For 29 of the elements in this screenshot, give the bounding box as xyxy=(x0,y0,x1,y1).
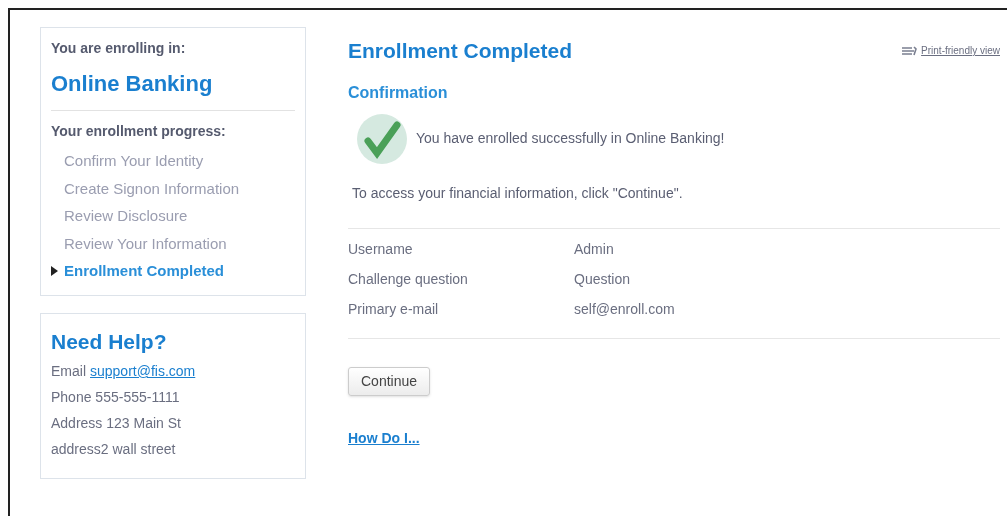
detail-label: Primary e-mail xyxy=(348,299,440,319)
product-name: Online Banking xyxy=(51,70,214,98)
contact-line: Phone 555-555-1111 xyxy=(51,388,181,407)
email-link[interactable]: support@fis.com xyxy=(90,361,196,382)
detail-label: Username xyxy=(348,239,414,259)
detail-label: Challenge question xyxy=(348,269,469,289)
print-friendly-link[interactable]: Print-friendly view xyxy=(921,43,1000,59)
progress-step: Review Disclosure xyxy=(64,205,188,228)
how-do-i-link[interactable]: How Do I... xyxy=(348,429,420,446)
page-title: Enrollment Completed xyxy=(348,38,573,64)
progress-step: Confirm Your Identity xyxy=(64,150,204,173)
progress-label: Your enrollment progress: xyxy=(51,122,227,141)
detail-value: Admin xyxy=(574,239,614,259)
section-title: Confirmation xyxy=(348,82,449,103)
progress-step: Create Signon Information xyxy=(64,177,240,200)
continue-button[interactable]: Continue xyxy=(348,366,431,396)
help-title: Need Help? xyxy=(51,328,168,355)
progress-step: Review Your Information xyxy=(64,232,227,255)
enrolling-label: You are enrolling in: xyxy=(51,39,187,58)
progress-step: Enrollment Completed xyxy=(64,260,224,283)
detail-value: self@enroll.com xyxy=(574,299,675,319)
detail-value: Question xyxy=(574,269,631,289)
check-icon xyxy=(356,112,408,165)
success-message: You have enrolled successfully in Online Banking! xyxy=(416,129,725,148)
email-label: Email xyxy=(51,362,86,381)
pointer-icon xyxy=(51,266,58,277)
contact-line: address2 wall street xyxy=(51,440,177,459)
instruction-text: To access your financial information, click "Continue". xyxy=(352,183,684,203)
contact-line: Address 123 Main St xyxy=(51,414,182,433)
